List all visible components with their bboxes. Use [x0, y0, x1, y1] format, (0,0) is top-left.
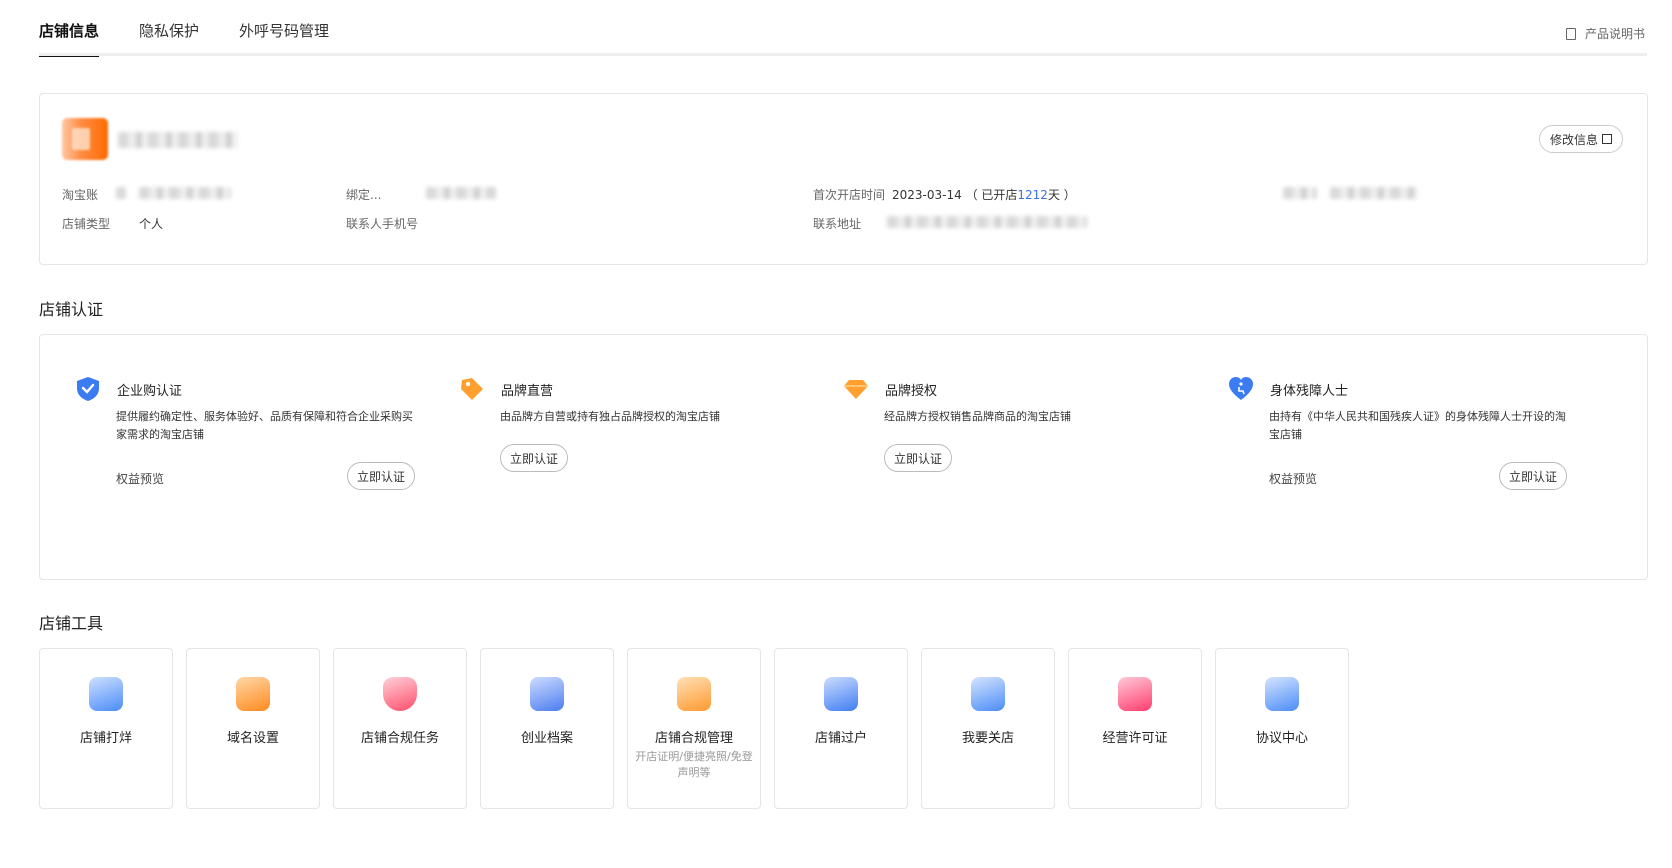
- blurred-value: [1330, 187, 1418, 199]
- open-time-label: 首次开店时间: [813, 188, 886, 202]
- shop-name-blurred: [118, 132, 238, 148]
- tool-compliance-task[interactable]: 店铺合规任务: [333, 648, 467, 809]
- open-time-value: 2023-03-14 （ 已开店1212天 ）: [892, 188, 1076, 202]
- tool-label: 协议中心: [1255, 731, 1308, 746]
- cert-desc: 经品牌方授权销售品牌商品的淘宝店铺: [884, 410, 1071, 423]
- tool-compliance-management[interactable]: 店铺合规管理 开店证明/便捷亮照/免登声明等: [627, 648, 761, 809]
- tab-bar: 店铺信息 隐私保护 外呼号码管理: [39, 20, 369, 57]
- certify-button[interactable]: 立即认证: [500, 444, 569, 472]
- heart-accessibility-icon: [1229, 377, 1253, 400]
- external-link-icon: [1602, 134, 1612, 144]
- cert-title: 品牌授权: [885, 384, 938, 399]
- blurred-label: [1283, 187, 1317, 199]
- tools-section-title: 店铺工具: [39, 614, 104, 633]
- tool-license[interactable]: 经营许可证: [1068, 648, 1202, 809]
- taobao-account-value: [139, 187, 231, 199]
- cert-card: 企业购认证 提供履约确定性、服务体验好、品质有保障和符合企业采购买家需求的淘宝店…: [39, 334, 1648, 580]
- shop-logo: [62, 118, 108, 160]
- benefit-preview-link[interactable]: 权益预览: [116, 470, 164, 487]
- tab-shop-info[interactable]: 店铺信息: [39, 20, 100, 57]
- tool-label: 域名设置: [226, 731, 279, 746]
- product-manual-link[interactable]: 产品说明书: [1565, 25, 1645, 42]
- tool-label: 创业档案: [520, 731, 573, 746]
- edit-info-label: 修改信息: [1549, 132, 1598, 147]
- tool-label: 店铺过户: [814, 731, 867, 746]
- tool-label: 店铺合规管理: [654, 731, 733, 746]
- tool-shop-closed[interactable]: 店铺打烊: [39, 648, 173, 809]
- contact-address-value: [887, 216, 1087, 228]
- diamond-icon: [844, 380, 868, 399]
- close-shop-icon: [971, 677, 1005, 711]
- tool-label: 店铺打烊: [79, 731, 132, 746]
- license-icon: [1118, 677, 1152, 711]
- tool-label: 店铺合规任务: [360, 731, 439, 746]
- shop-type-label: 店铺类型: [62, 217, 111, 231]
- taobao-account-label: 淘宝账: [62, 188, 99, 202]
- cert-desc: 由持有《中华人民共和国残疾人证》的身体残障人士开设的淘宝店铺: [1269, 410, 1566, 441]
- blurred-value: [116, 187, 126, 199]
- agreement-icon: [1265, 677, 1299, 711]
- shield-search-icon: [383, 677, 417, 711]
- tool-domain[interactable]: 域名设置: [186, 648, 320, 809]
- certify-button[interactable]: 立即认证: [884, 444, 953, 472]
- open-days: 1212: [1017, 188, 1048, 202]
- edit-info-button[interactable]: 修改信息: [1538, 125, 1623, 153]
- cert-desc: 提供履约确定性、服务体验好、品质有保障和符合企业采购买家需求的淘宝店铺: [116, 410, 413, 441]
- contact-address-label: 联系地址: [813, 217, 862, 231]
- tool-label: 经营许可证: [1102, 731, 1168, 746]
- tool-label: 我要关店: [961, 731, 1014, 746]
- bind-label: 绑定...: [346, 188, 382, 202]
- tab-divider: [39, 53, 1647, 56]
- shop-type-value: 个人: [139, 217, 164, 231]
- tool-archive[interactable]: 创业档案: [480, 648, 614, 809]
- tool-sublabel: 开店证明/便捷亮照/免登声明等: [635, 750, 753, 779]
- archive-icon: [530, 677, 564, 711]
- cert-title: 企业购认证: [117, 384, 183, 399]
- compliance-doc-icon: [677, 677, 711, 711]
- product-manual-label: 产品说明书: [1584, 27, 1645, 41]
- certify-button[interactable]: 立即认证: [1499, 462, 1568, 490]
- transfer-icon: [824, 677, 858, 711]
- benefit-preview-link[interactable]: 权益预览: [1269, 470, 1317, 487]
- bind-value: [426, 187, 496, 199]
- tab-privacy[interactable]: 隐私保护: [139, 20, 199, 54]
- book-icon: [1565, 27, 1576, 40]
- price-tag-icon: [461, 378, 483, 400]
- tab-outbound-number[interactable]: 外呼号码管理: [239, 20, 329, 54]
- shield-check-icon: [77, 377, 99, 401]
- cert-title: 身体残障人士: [1270, 384, 1349, 399]
- tool-transfer[interactable]: 店铺过户: [774, 648, 908, 809]
- shop-closed-icon: [89, 677, 123, 711]
- cert-title: 品牌直营: [501, 384, 554, 399]
- certify-button[interactable]: 立即认证: [347, 462, 416, 490]
- domain-icon: [236, 677, 270, 711]
- cert-section-title: 店铺认证: [39, 300, 104, 319]
- cert-desc: 由品牌方自营或持有独占品牌授权的淘宝店铺: [500, 410, 720, 423]
- contact-phone-label: 联系人手机号: [346, 217, 419, 231]
- tool-close-shop[interactable]: 我要关店: [921, 648, 1055, 809]
- shop-info-card: 修改信息 淘宝账 绑定... 首次开店时间 2023-03-14 （ 已开店12…: [39, 93, 1648, 265]
- tool-agreement-center[interactable]: 协议中心: [1215, 648, 1349, 809]
